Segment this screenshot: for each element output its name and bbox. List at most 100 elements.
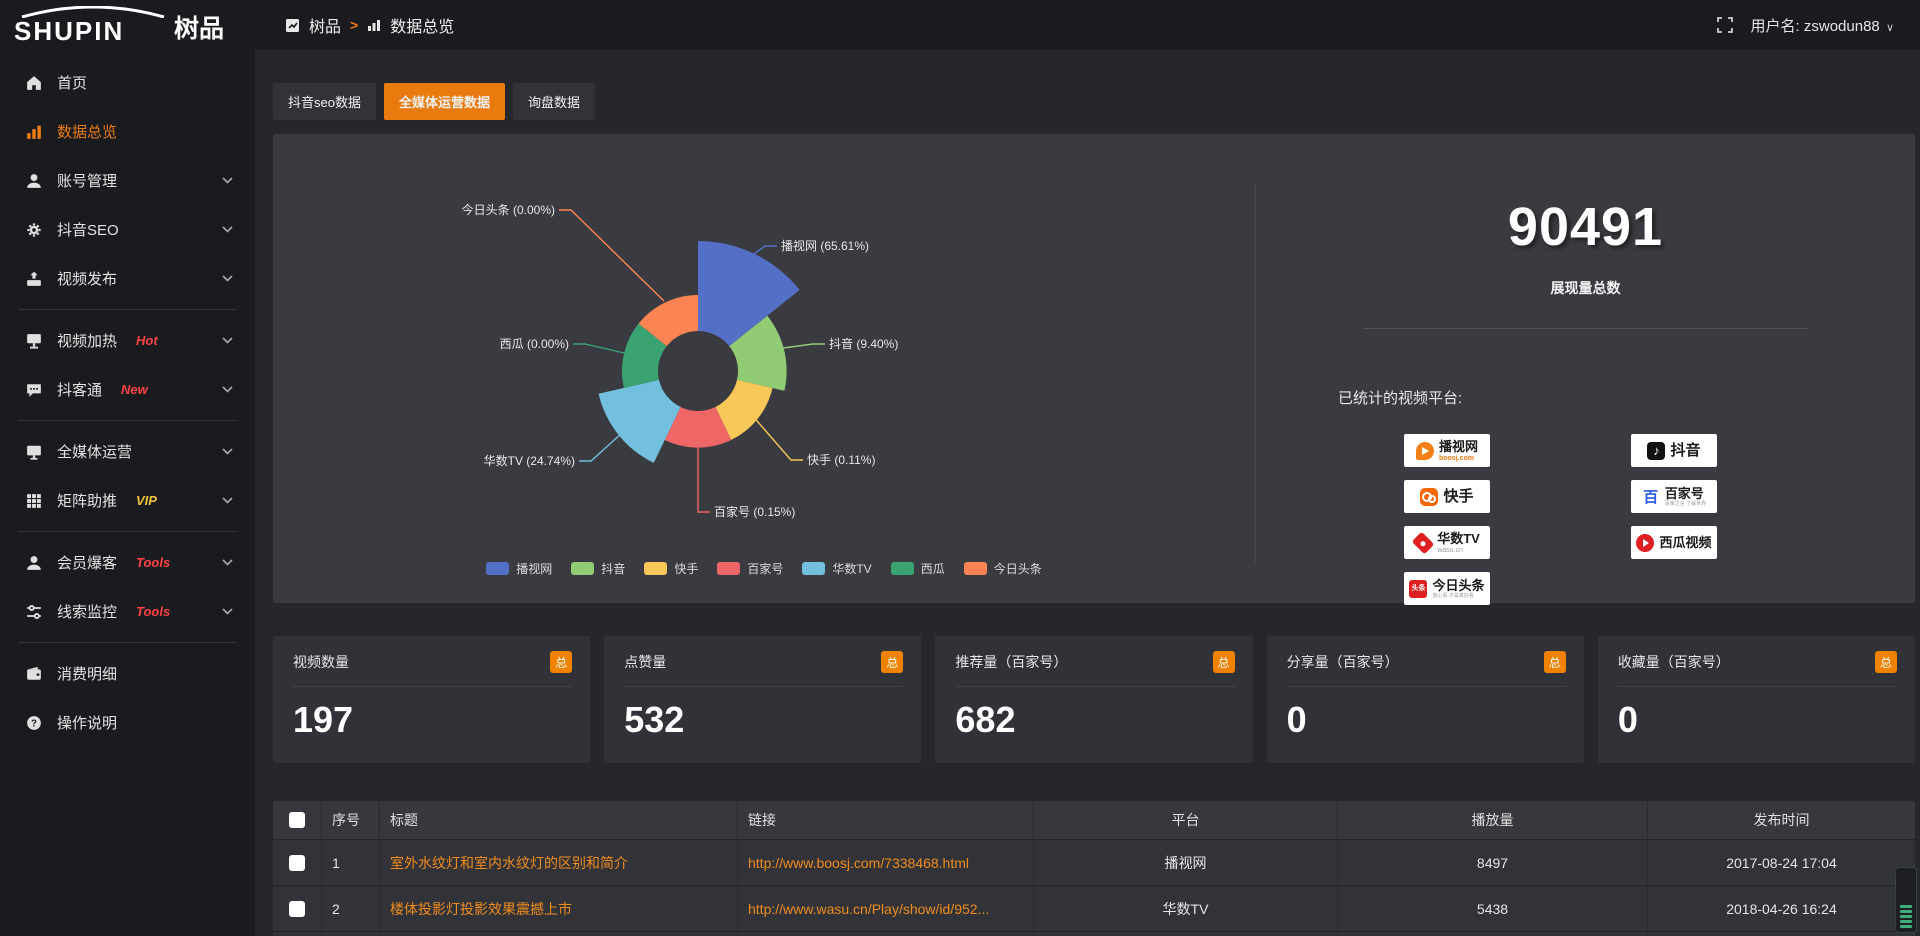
sidebar-item-label: 视频加热 [57,330,117,351]
pie-slice-0[interactable] [698,241,800,346]
sidebar-item-matrix-boost[interactable]: 矩阵助推 VIP [0,476,255,525]
impressions-total-value: 90491 [1256,196,1915,258]
logo-text-en: SHUPIN [14,16,124,46]
cell-time: 2017-08-24 17:04 [1647,840,1915,885]
platform-badge-boshiwang: 播视网boosj.com [1404,434,1490,467]
pie-slices-group [599,241,800,463]
col-header-title: 标题 [379,801,737,839]
cell-plays: 5438 [1337,886,1647,931]
stat-card-value: 0 [1618,699,1897,741]
tab-douyin-seo[interactable]: 抖音seo数据 [273,83,376,120]
video-url-link[interactable]: http://www.wasu.cn/Play/show/id/952... [748,901,989,917]
toutiao-logo-icon: 头条 [1409,580,1427,598]
platform-badge-baijiahao: 百 百家号百家之言 了解世界 [1631,480,1717,513]
chevron-down-icon [222,497,233,504]
cell-platform: 播视网 [1033,840,1337,885]
sidebar-item-spend-details[interactable]: 消费明细 [0,649,255,698]
legend-label: 播视网 [516,560,552,577]
row-checkbox[interactable] [289,901,305,917]
hot-badge: Hot [136,333,158,348]
chevron-down-icon [222,177,233,184]
row-checkbox[interactable] [289,855,305,871]
app-icon [285,18,300,33]
chart-legend: 播视网 抖音 快手 百家号 华数TV 西瓜 今日头条 [273,560,1255,577]
breadcrumb-root[interactable]: 树品 [309,13,341,37]
cell-num: 1 [321,840,379,885]
legend-item[interactable]: 抖音 [571,560,625,577]
legend-item[interactable]: 快手 [644,560,698,577]
cell-plays: 8497 [1337,840,1647,885]
monitor-icon [26,333,42,349]
video-url-link[interactable]: http://www.boosj.com/7338468.html [748,855,969,871]
sidebar-item-douketong[interactable]: 抖客通 New [0,365,255,414]
pie-labels-group: 播视网 (65.61%) 抖音 (9.40%) 快手 (0.11%) 百家号 (… [462,202,899,519]
sidebar-item-video-heat[interactable]: 视频加热 Hot [0,316,255,365]
chevron-down-icon: ∨ [1886,22,1894,34]
leader-line-boshiwang [754,246,777,254]
legend-item[interactable]: 今日头条 [964,560,1042,577]
chevron-down-icon [222,226,233,233]
sidebar-item-home[interactable]: 首页 [0,58,255,107]
legend-item[interactable]: 播视网 [486,560,552,577]
leader-line-baijiahao [698,447,710,512]
stat-card-title: 推荐量（百家号） [955,652,1067,672]
tab-inquiry-data[interactable]: 询盘数据 [513,83,595,120]
chevron-down-icon [222,275,233,282]
cell-platform [1033,932,1337,936]
sidebar-item-label: 首页 [57,72,87,93]
sidebar-item-account[interactable]: 账号管理 [0,156,255,205]
sidebar-divider [18,309,237,310]
sidebar-item-label: 数据总览 [57,121,117,142]
sidebar-divider [18,531,237,532]
total-badge: 总 [550,651,572,673]
tab-omnimedia-data[interactable]: 全媒体运营数据 [384,83,505,120]
total-badge: 总 [1544,651,1566,673]
pie-label: 百家号 (0.15%) [714,504,795,519]
floating-widget[interactable] [1895,867,1917,933]
sidebar-item-label: 全媒体运营 [57,441,132,462]
legend-label: 今日头条 [994,560,1042,577]
pie-slice-4[interactable] [599,380,681,463]
svg-text:?: ? [31,718,37,729]
legend-item[interactable]: 百家号 [717,560,783,577]
user-menu[interactable]: 用户名: zswodun88 ∨ [1751,15,1894,36]
cell-time: 2018-04-26 16:24 [1647,886,1915,931]
legend-label: 百家号 [747,560,783,577]
chart-bars-icon [367,18,381,32]
fullscreen-icon[interactable] [1717,17,1733,33]
sidebar-item-omnimedia[interactable]: 全媒体运营 [0,427,255,476]
legend-label: 华数TV [832,560,871,577]
home-icon [26,75,42,91]
vip-badge: VIP [136,493,157,508]
legend-item[interactable]: 西瓜 [891,560,945,577]
chart-bars-icon [26,124,42,140]
sidebar-item-douyin-seo[interactable]: 抖音SEO [0,205,255,254]
stat-card-shares: 分享量（百家号）总 0 [1267,636,1584,763]
sidebar-item-video-publish[interactable]: 视频发布 [0,254,255,303]
video-title-link[interactable]: 室外水纹灯和室内水纹灯的区别和简介 [390,853,628,873]
sidebar-item-member-traffic[interactable]: 会员爆客 Tools [0,538,255,587]
sidebar-item-label: 账号管理 [57,170,117,191]
leader-line-washuTV [579,432,623,461]
chevron-down-icon [222,608,233,615]
col-header-platform: 平台 [1033,801,1337,839]
legend-swatch [964,562,987,575]
sidebar-item-data-overview[interactable]: 数据总览 [0,107,255,156]
leader-line-kuaishou [751,414,803,460]
video-title-link[interactable]: 楼体投影灯投影效果震撼上市 [390,899,572,919]
stat-card-value: 0 [1287,699,1566,741]
sidebar-item-label: 操作说明 [57,712,117,733]
tools-badge: Tools [136,604,170,619]
select-all-checkbox[interactable] [289,812,305,828]
sidebar-item-help[interactable]: ? 操作说明 [0,698,255,747]
legend-item[interactable]: 华数TV [802,560,871,577]
question-circle-icon: ? [26,715,42,731]
cell-num: 2 [321,886,379,931]
pie-label: 西瓜 (0.00%) [500,337,569,351]
logo-text-cn: 树品 [174,9,224,45]
app-logo: SHUPIN 树品 [0,6,255,45]
leader-line-douyin [783,344,825,348]
impressions-summary: 90491 展现量总数 已统计的视频平台: 播视网boosj.com 快手 [1256,134,1915,603]
stat-card-likes: 点赞量总 532 [604,636,921,763]
sidebar-item-lead-monitor[interactable]: 线索监控 Tools [0,587,255,636]
